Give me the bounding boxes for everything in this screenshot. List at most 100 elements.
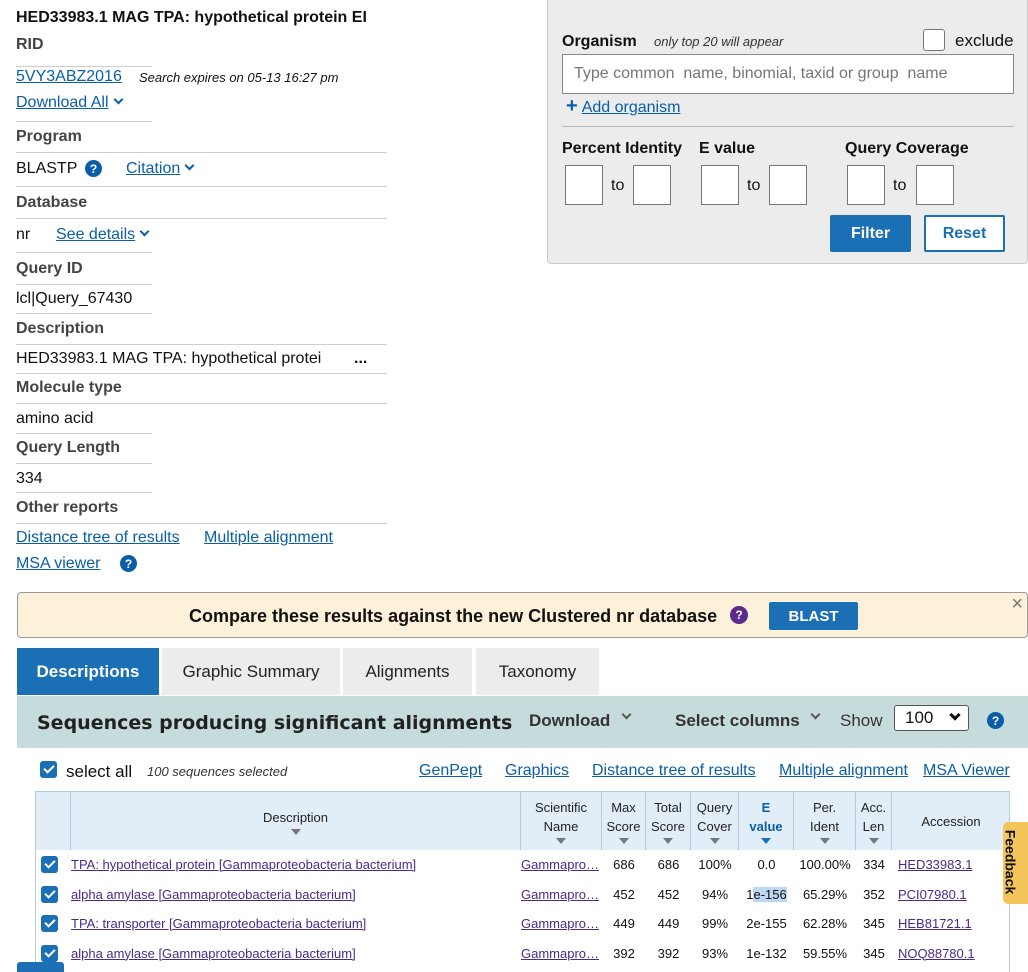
- query-id-value: lcl|Query_67430: [16, 290, 133, 307]
- feedback-tab[interactable]: Feedback: [1002, 822, 1028, 904]
- per-ident-cell: 100.00%: [799, 857, 851, 872]
- distance-tree-link[interactable]: Distance tree of results: [592, 762, 756, 780]
- header-scientific-name[interactable]: Scientific Name: [521, 792, 602, 850]
- description-link[interactable]: alpha amylase [Gammaproteobacteria bacte…: [71, 939, 521, 968]
- scientific-name-link[interactable]: Gammapro…: [521, 850, 602, 879]
- add-organism-link[interactable]: + Add organism: [566, 95, 680, 118]
- table-row: alpha amylase [Gammaproteobacteria bacte…: [36, 880, 1009, 909]
- header-label: value: [749, 819, 783, 834]
- help-icon[interactable]: ?: [85, 160, 102, 177]
- description-label: Description: [16, 320, 105, 337]
- select-columns-menu[interactable]: Select columns: [675, 711, 800, 731]
- description-more[interactable]: ...: [354, 350, 367, 368]
- row-checkbox[interactable]: [41, 915, 58, 932]
- percent-identity-from-input[interactable]: [565, 165, 603, 205]
- multiple-alignment-link[interactable]: Multiple alignment: [779, 762, 908, 780]
- per-ident-cell: 65.29%: [802, 886, 848, 902]
- download-menu[interactable]: Download: [529, 711, 610, 731]
- select-all-label: select all: [66, 762, 133, 781]
- sort-icon: [663, 838, 673, 844]
- row-checkbox[interactable]: [41, 944, 58, 962]
- acc-len-cell: 345: [863, 916, 885, 931]
- header-label: Score: [651, 819, 685, 834]
- genpept-link[interactable]: GenPept: [419, 762, 482, 780]
- description-value: HED33983.1 MAG TPA: hypothetical protei: [16, 350, 322, 367]
- divider: [16, 373, 387, 374]
- divider: [16, 186, 387, 187]
- help-icon[interactable]: ?: [120, 555, 137, 572]
- query-coverage-from-input[interactable]: [847, 165, 885, 205]
- organism-label: Organism: [562, 33, 637, 50]
- tab-alignments[interactable]: Alignments: [343, 648, 472, 695]
- search-expires: Search expires on 05-13 16:27 pm: [139, 70, 339, 85]
- description-link[interactable]: TPA: transporter [Gammaproteobacteria ba…: [71, 909, 521, 938]
- header-total-score[interactable]: Total Score: [646, 792, 691, 850]
- exclude-checkbox[interactable]: [923, 29, 945, 51]
- query-cover-cell: 93%: [701, 945, 729, 961]
- scientific-name-link[interactable]: Gammapro…: [521, 939, 602, 968]
- percent-identity-to-input[interactable]: [633, 165, 671, 205]
- header-label: Description: [262, 809, 329, 825]
- divider: [16, 152, 387, 153]
- help-icon[interactable]: ?: [987, 712, 1004, 729]
- header-description[interactable]: Description: [71, 792, 521, 850]
- results-title: Sequences producing significant alignmen…: [37, 712, 513, 734]
- evalue-text: 2e-155: [746, 916, 787, 931]
- scientific-name-link[interactable]: Gammapro…: [521, 909, 602, 938]
- organism-input[interactable]: [562, 54, 1014, 94]
- show-select[interactable]: 100: [894, 705, 969, 731]
- total-score-cell: 686: [657, 857, 680, 872]
- header-accession[interactable]: Accession: [892, 792, 1009, 850]
- download-all-link[interactable]: Download All: [16, 94, 123, 112]
- header-checkbox-column: [36, 792, 71, 850]
- organism-note: only top 20 will appear: [654, 34, 784, 49]
- add-organism-label: Add organism: [581, 99, 681, 116]
- filter-button[interactable]: Filter: [830, 215, 911, 252]
- tab-taxonomy[interactable]: Taxonomy: [476, 648, 599, 695]
- header-query-cover[interactable]: Query Cover: [691, 792, 739, 850]
- description-link[interactable]: alpha amylase [Gammaproteobacteria bacte…: [71, 880, 521, 909]
- description-link[interactable]: TPA: hypothetical protein [Gammaproteoba…: [71, 850, 521, 879]
- evalue-from-input[interactable]: [701, 165, 739, 205]
- see-details-link[interactable]: See details: [56, 226, 150, 244]
- see-details-label: See details: [56, 226, 136, 243]
- accession-link[interactable]: HEB81721.1: [892, 909, 1009, 938]
- blast-button[interactable]: BLAST: [769, 602, 858, 630]
- help-icon[interactable]: ?: [730, 606, 748, 624]
- citation-link[interactable]: Citation: [126, 160, 195, 178]
- distance-tree-link[interactable]: Distance tree of results: [16, 529, 180, 547]
- tab-descriptions[interactable]: Descriptions: [17, 648, 159, 695]
- header-label: Acc.: [860, 800, 887, 815]
- multiple-alignment-link[interactable]: Multiple alignment: [204, 529, 333, 547]
- tab-graphic-summary[interactable]: Graphic Summary: [162, 648, 340, 695]
- evalue-to-input[interactable]: [769, 165, 807, 205]
- acc-len-cell: 345: [863, 945, 885, 961]
- query-length-value: 334: [16, 470, 43, 487]
- per-ident-cell: 59.55%: [802, 945, 848, 961]
- close-icon[interactable]: ×: [1011, 593, 1023, 616]
- graphics-link[interactable]: Graphics: [505, 762, 569, 780]
- row-checkbox[interactable]: [41, 856, 58, 873]
- download-all-label: Download All: [16, 94, 109, 111]
- msa-viewer-link[interactable]: MSA viewer: [16, 555, 100, 573]
- header-evalue[interactable]: Evalue: [739, 792, 794, 850]
- exclude-label: exclude: [955, 31, 1014, 50]
- rid-link[interactable]: 5VY3ABZ2016: [16, 68, 122, 86]
- msa-viewer-link[interactable]: MSA Viewer: [923, 762, 1010, 780]
- sort-icon: [761, 838, 771, 844]
- header-per-ident[interactable]: Per. Ident: [794, 792, 856, 850]
- accession-link[interactable]: HED33983.1: [892, 850, 1009, 879]
- header-label: Name: [543, 819, 579, 834]
- scientific-name-link[interactable]: Gammapro…: [521, 880, 602, 909]
- divider: [16, 403, 387, 404]
- row-checkbox[interactable]: [41, 885, 58, 903]
- accession-link[interactable]: PCI07980.1: [892, 880, 1009, 909]
- select-all-checkbox[interactable]: [40, 761, 57, 778]
- bottom-tab[interactable]: [17, 962, 64, 972]
- divider: [562, 126, 1014, 127]
- query-coverage-to-input[interactable]: [916, 165, 954, 205]
- header-max-score[interactable]: Max Score: [602, 792, 646, 850]
- header-acc-len[interactable]: Acc. Len: [856, 792, 892, 850]
- accession-link[interactable]: NOQ88780.1: [892, 939, 1009, 968]
- reset-button[interactable]: Reset: [924, 215, 1005, 252]
